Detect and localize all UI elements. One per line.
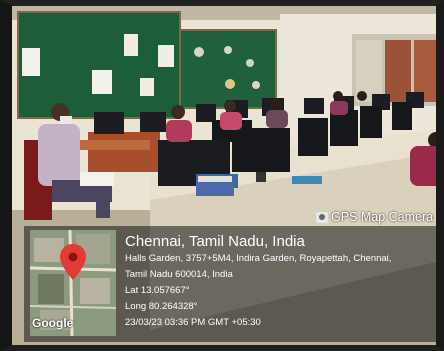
location-info: Chennai, Tamil Nadu, India Halls Garden,… <box>125 233 444 331</box>
location-city: Chennai, Tamil Nadu, India <box>125 233 305 250</box>
gps-tag-label: GPS Map Camera <box>331 210 434 224</box>
address-line-1: Halls Garden, 3757+5M4, Indira Garden, R… <box>125 253 392 264</box>
longitude: Long 80.264328° <box>125 301 198 312</box>
address-line-2: Tamil Nadu 600014, India <box>125 269 233 280</box>
timestamp: 23/03/23 03:36 PM GMT +05:30 <box>125 317 261 328</box>
latitude: Lat 13.057667° <box>125 285 190 296</box>
google-attribution: Google <box>32 316 74 330</box>
gps-map-camera-tag: GPS Map Camera <box>316 210 433 224</box>
camera-icon <box>316 211 328 223</box>
